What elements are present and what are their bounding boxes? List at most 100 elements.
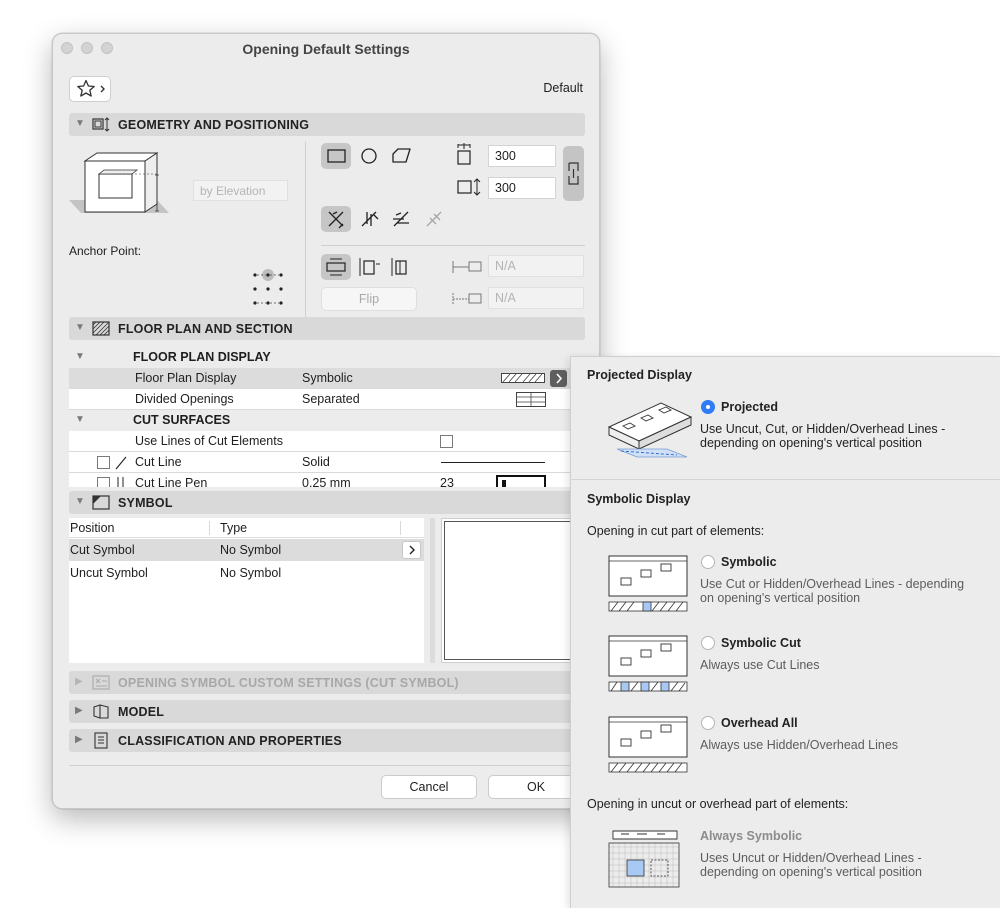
shape-rectangle-button[interactable] bbox=[321, 143, 351, 169]
always-symbolic-description-2: depending on opening's vertical position bbox=[700, 865, 922, 879]
section-floorplan-header[interactable]: ▼ FLOOR PLAN AND SECTION bbox=[69, 317, 585, 340]
mirror-icon-1 bbox=[328, 211, 344, 229]
pen-icon bbox=[117, 477, 124, 487]
section-classification-header[interactable]: ▶ CLASSIFICATION AND PROPERTIES bbox=[69, 729, 585, 752]
symbol-table: Position Type Cut Symbol No Symbol Uncut… bbox=[69, 518, 424, 663]
symbolic-cut-illustration bbox=[608, 635, 688, 692]
overhead-all-label: Overhead All bbox=[721, 716, 798, 730]
custom-settings-icon bbox=[92, 675, 110, 690]
section-title: OPENING SYMBOL CUSTOM SETTINGS (CUT SYMB… bbox=[118, 676, 459, 690]
cut-line-checkbox[interactable] bbox=[97, 456, 110, 469]
symbol-row-cut[interactable]: Cut Symbol No Symbol bbox=[69, 539, 424, 561]
mirror-option-1-button[interactable] bbox=[321, 206, 351, 232]
row-use-lines-of-cut-elements[interactable]: Use Lines of Cut Elements bbox=[69, 431, 585, 452]
row-value: 0.25 mm bbox=[302, 476, 351, 487]
symbolic-cut-label: Symbolic Cut bbox=[721, 636, 801, 650]
reveal-depth-input[interactable]: N/A bbox=[488, 255, 584, 277]
group-floor-plan-display[interactable]: ▼ FLOOR PLAN DISPLAY bbox=[69, 347, 585, 368]
symbol-position: Cut Symbol bbox=[70, 543, 135, 557]
disclosure-closed-icon: ▶ bbox=[75, 734, 83, 745]
shape-custom-button[interactable] bbox=[386, 143, 416, 169]
group-title: CUT SURFACES bbox=[133, 413, 231, 427]
section-model-header[interactable]: ▶ MODEL bbox=[69, 700, 585, 723]
overhead-all-radio[interactable] bbox=[701, 716, 715, 730]
classification-icon bbox=[94, 732, 108, 749]
line-preview bbox=[441, 462, 545, 463]
sill-depth-input[interactable]: N/A bbox=[488, 287, 584, 309]
horizontal-divider bbox=[321, 245, 585, 246]
overhead-all-illustration bbox=[608, 716, 688, 773]
symbolic-radio[interactable] bbox=[701, 555, 715, 569]
symbolic-cut-description: Always use Cut Lines bbox=[700, 658, 820, 672]
projected-display-heading: Projected Display bbox=[587, 368, 692, 382]
row-cut-line[interactable]: Cut Line Solid bbox=[69, 452, 585, 473]
orientation-icon-3 bbox=[391, 258, 407, 276]
section-opening-symbol-custom-header[interactable]: ▶ OPENING SYMBOL CUSTOM SETTINGS (CUT SY… bbox=[69, 671, 585, 694]
orientation-2-button[interactable] bbox=[354, 254, 384, 280]
model-icon bbox=[93, 704, 109, 719]
width-input[interactable]: 300 bbox=[488, 145, 556, 167]
always-symbolic-description-1: Uses Uncut or Hidden/Overhead Lines - bbox=[700, 851, 922, 865]
projected-radio[interactable] bbox=[701, 400, 715, 414]
overhead-all-description: Always use Hidden/Overhead Lines bbox=[700, 738, 899, 752]
row-floor-plan-display[interactable]: Floor Plan Display Symbolic bbox=[69, 368, 585, 389]
pen-preview-swatch bbox=[496, 475, 546, 487]
circle-icon bbox=[361, 148, 377, 164]
mirror-option-2-button[interactable] bbox=[354, 206, 384, 232]
cut-part-label: Opening in cut part of elements: bbox=[587, 524, 765, 538]
opening-preview-image bbox=[69, 152, 169, 213]
row-divided-openings[interactable]: Divided Openings Separated bbox=[69, 389, 585, 410]
section-geometry-header[interactable]: ▼ GEOMETRY AND POSITIONING bbox=[69, 113, 585, 136]
symbolic-display-heading: Symbolic Display bbox=[587, 492, 691, 506]
row-label: Use Lines of Cut Elements bbox=[135, 434, 283, 448]
mirror-icon-4 bbox=[426, 211, 442, 227]
disclosure-open-icon: ▼ bbox=[75, 496, 85, 507]
symbolic-cut-radio[interactable] bbox=[701, 636, 715, 650]
symbol-table-scrollbar[interactable] bbox=[430, 518, 435, 663]
symbol-row-uncut[interactable]: Uncut Symbol No Symbol bbox=[69, 561, 424, 583]
disclosure-closed-icon: ▶ bbox=[75, 705, 83, 716]
link-dimensions-toggle[interactable] bbox=[563, 146, 584, 201]
section-symbol-header[interactable]: ▼ SYMBOL bbox=[69, 491, 585, 514]
section-title: MODEL bbox=[118, 705, 165, 719]
row-label: Cut Line bbox=[135, 455, 182, 469]
favorites-label: Default bbox=[543, 81, 583, 95]
symbol-icon bbox=[92, 495, 110, 510]
projected-display-illustration bbox=[607, 402, 693, 458]
symbolic-illustration bbox=[608, 555, 688, 612]
use-lines-checkbox[interactable] bbox=[440, 435, 453, 448]
floor-plan-table: ▼ FLOOR PLAN DISPLAY Floor Plan Display … bbox=[69, 347, 585, 487]
disclosure-open-icon: ▼ bbox=[75, 322, 85, 333]
mirror-icon-3 bbox=[393, 211, 409, 227]
orientation-1-button[interactable] bbox=[321, 254, 351, 280]
cancel-button[interactable]: Cancel bbox=[381, 775, 477, 799]
chevron-right-icon bbox=[409, 545, 415, 555]
cut-line-pen-checkbox[interactable] bbox=[97, 477, 110, 487]
flip-button[interactable]: Flip bbox=[321, 287, 417, 311]
row-label: Cut Line Pen bbox=[135, 476, 208, 487]
symbol-options-button[interactable] bbox=[402, 541, 421, 559]
group-cut-surfaces[interactable]: ▼ CUT SURFACES bbox=[69, 410, 585, 431]
chevron-right-icon bbox=[556, 373, 563, 384]
height-input[interactable]: 300 bbox=[488, 177, 556, 199]
popup-divider bbox=[571, 479, 1000, 480]
orientation-3-button[interactable] bbox=[386, 254, 416, 280]
orientation-icon-1 bbox=[326, 258, 346, 276]
row-label: Floor Plan Display bbox=[135, 371, 237, 385]
reveal-depth-icon bbox=[452, 261, 482, 273]
open-display-popup-button[interactable] bbox=[550, 370, 567, 387]
mirror-icon-2 bbox=[361, 211, 379, 227]
column-type-header: Type bbox=[220, 521, 248, 535]
shape-circle-button[interactable] bbox=[354, 143, 384, 169]
anchor-point-selector[interactable] bbox=[251, 268, 285, 308]
symbolic-label: Symbolic bbox=[721, 555, 777, 569]
sill-depth-icon bbox=[452, 293, 482, 305]
row-cut-line-pen[interactable]: Cut Line Pen 0.25 mm 23 bbox=[69, 473, 585, 487]
column-separator bbox=[400, 521, 401, 535]
projected-label: Projected bbox=[721, 400, 778, 414]
disclosure-open-icon: ▼ bbox=[75, 414, 85, 425]
by-elevation-input[interactable]: by Elevation bbox=[193, 180, 288, 201]
favorites-button[interactable] bbox=[69, 76, 111, 102]
mirror-option-4-button[interactable] bbox=[419, 206, 449, 232]
mirror-option-3-button[interactable] bbox=[386, 206, 416, 232]
